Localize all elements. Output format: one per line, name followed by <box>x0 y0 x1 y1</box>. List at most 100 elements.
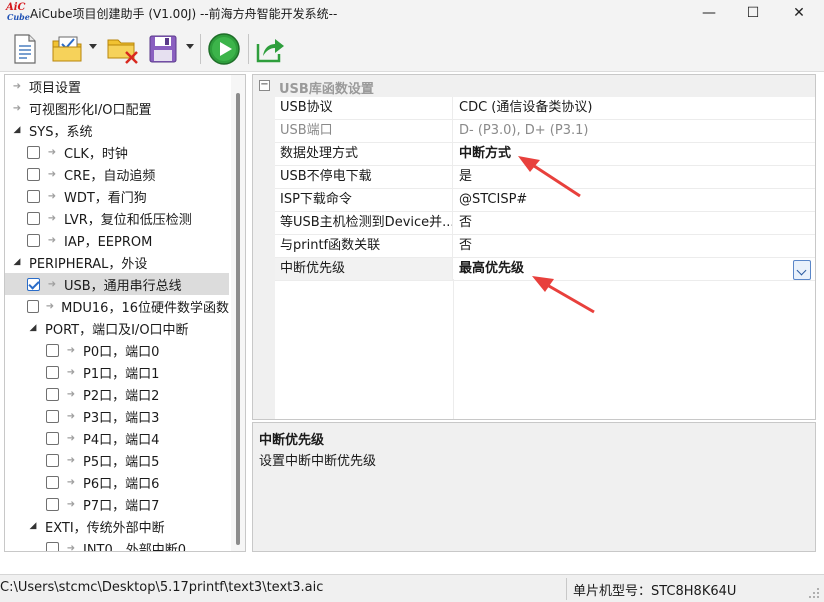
tree-checkbox[interactable] <box>46 497 59 511</box>
property-gutter <box>253 75 275 419</box>
tree-arrow-icon: ➜ <box>66 410 76 422</box>
run-button[interactable] <box>206 32 242 66</box>
property-value[interactable]: 最高优先级 <box>454 258 814 280</box>
property-category[interactable]: − USB库函数设置 <box>253 75 815 97</box>
app-logo-icon: AiC Cube <box>6 2 30 22</box>
minimize-button[interactable]: — <box>686 0 732 26</box>
tree-item-label: P1口，端口1 <box>83 366 160 382</box>
close-project-button[interactable] <box>106 32 140 66</box>
close-window-button[interactable]: ✕ <box>776 0 822 26</box>
tree-arrow-icon: ➜ <box>12 102 22 114</box>
tree-item[interactable]: ◢ PORT，端口及I/O口中断 <box>5 317 229 339</box>
tree-checkbox[interactable] <box>46 431 59 445</box>
property-value[interactable]: CDC (通信设备类协议) <box>454 97 814 119</box>
maximize-button[interactable]: ☐ <box>730 0 776 26</box>
property-value[interactable]: 是 <box>454 166 814 188</box>
tree-checkbox[interactable] <box>46 453 59 467</box>
property-row[interactable]: 与printf函数关联否 <box>275 235 815 258</box>
collapse-icon[interactable]: − <box>259 80 270 91</box>
tree-item-label: SYS，系统 <box>29 124 93 140</box>
tree-scrollbar[interactable] <box>231 75 245 551</box>
expand-icon[interactable]: ◢ <box>11 125 23 135</box>
tree-checkbox[interactable] <box>27 299 39 313</box>
tree-item[interactable]: ➜ P6口，端口6 <box>5 471 229 493</box>
tree-item[interactable]: ◢ PERIPHERAL，外设 <box>5 251 229 273</box>
tree-checkbox[interactable] <box>27 167 40 181</box>
tree-item[interactable]: ➜ MDU16，16位硬件数学函数 <box>5 295 229 317</box>
tree-arrow-icon: ➜ <box>12 80 22 92</box>
tree-checkbox[interactable] <box>46 365 59 379</box>
close-project-icon <box>107 39 138 64</box>
property-value[interactable]: D- (P3.0), D+ (P3.1) <box>454 120 814 142</box>
property-row[interactable]: 中断优先级 最高优先级 <box>275 258 815 281</box>
tree-item[interactable]: ◢ EXTI，传统外部中断 <box>5 515 229 537</box>
property-value[interactable]: 否 <box>454 212 814 234</box>
close-icon: ✕ <box>793 5 805 21</box>
property-row[interactable]: USB协议 CDC (通信设备类协议) <box>275 97 815 120</box>
property-name: USB端口 <box>275 120 453 142</box>
priority-dropdown-button[interactable] <box>793 260 811 280</box>
tree-item[interactable]: ➜ P3口，端口3 <box>5 405 229 427</box>
tree-arrow-icon: ➜ <box>66 498 76 510</box>
tree-item[interactable]: ➜ P2口，端口2 <box>5 383 229 405</box>
property-name: 等USB主机检测到Device并... <box>275 212 453 234</box>
tree-arrow-icon: ➜ <box>47 146 57 158</box>
tree-item[interactable]: ➜ LVR，复位和低压检测 <box>5 207 229 229</box>
tree-checkbox[interactable] <box>46 343 59 357</box>
expand-icon[interactable]: ◢ <box>27 323 39 333</box>
property-value[interactable]: @STCISP# <box>454 189 814 211</box>
property-row[interactable]: ISP下载命令 @STCISP# <box>275 189 815 212</box>
tree-item[interactable]: ➜ P5口，端口5 <box>5 449 229 471</box>
tree-item[interactable]: ➜ P1口，端口1 <box>5 361 229 383</box>
tree-item-label: CLK，时钟 <box>64 146 128 162</box>
tree-item[interactable]: ➜ 项目设置 <box>5 75 229 97</box>
resize-grip-icon[interactable] <box>808 587 820 599</box>
property-value[interactable]: 中断方式 <box>454 143 814 165</box>
tree-checkbox[interactable] <box>27 211 40 225</box>
new-file-button[interactable] <box>10 32 40 66</box>
tree-checkbox[interactable] <box>46 541 59 551</box>
description-text: 设置中断中断优先级 <box>259 454 377 469</box>
property-row[interactable]: USB端口 D- (P3.0), D+ (P3.1) <box>275 120 815 143</box>
tree-item[interactable]: ➜ INT0，外部中断0 <box>5 537 229 552</box>
property-value[interactable]: 否 <box>454 235 814 257</box>
tree-item[interactable]: ➜ CRE，自动追频 <box>5 163 229 185</box>
tree-checkbox[interactable] <box>46 409 59 423</box>
tree-item[interactable]: ➜ P0口，端口0 <box>5 339 229 361</box>
tree-item[interactable]: ➜ IAP，EEPROM <box>5 229 229 251</box>
save-menu-caret[interactable] <box>186 44 194 49</box>
open-menu-caret[interactable] <box>89 44 97 49</box>
description-title: 中断优先级 <box>259 433 325 448</box>
property-row[interactable]: 数据处理方式 中断方式 <box>275 143 815 166</box>
property-row[interactable]: 等USB主机检测到Device并... 否 <box>275 212 815 235</box>
status-separator <box>566 578 567 600</box>
tree-item-label: INT0，外部中断0 <box>83 542 187 552</box>
tree-item-label: LVR，复位和低压检测 <box>64 212 192 228</box>
title-bar: AiC Cube AiCube项目创建助手 (V1.00J) --前海方舟智能开… <box>0 0 824 26</box>
tree-checkbox[interactable] <box>46 475 59 489</box>
tree-item[interactable]: ➜ CLK，时钟 <box>5 141 229 163</box>
expand-icon[interactable]: ◢ <box>11 257 23 267</box>
tree-item[interactable]: ➜ 可视图形化I/O口配置 <box>5 97 229 119</box>
tree-scrollbar-thumb[interactable] <box>236 93 240 545</box>
tree-item[interactable]: ➜ USB，通用串行总线 <box>5 273 229 295</box>
save-button[interactable] <box>146 32 180 66</box>
open-project-button[interactable] <box>50 32 86 66</box>
tree-checkbox[interactable] <box>46 387 59 401</box>
tree-item[interactable]: ➜ P4口，端口4 <box>5 427 229 449</box>
property-row[interactable]: USB不停电下载是 <box>275 166 815 189</box>
tree-item-label: IAP，EEPROM <box>64 234 153 250</box>
expand-icon[interactable]: ◢ <box>27 521 39 531</box>
tree-checkbox[interactable] <box>27 189 40 203</box>
tree-checkbox[interactable] <box>27 233 40 247</box>
tree-item[interactable]: ➜ P7口，端口7 <box>5 493 229 515</box>
toolbar <box>0 26 824 72</box>
tree-checkbox[interactable] <box>27 277 40 291</box>
property-name: 与printf函数关联 <box>275 235 453 257</box>
export-button[interactable] <box>254 32 288 66</box>
tree-checkbox[interactable] <box>27 145 40 159</box>
property-name: USB协议 <box>275 97 453 119</box>
tree-item[interactable]: ➜ WDT，看门狗 <box>5 185 229 207</box>
tree-item[interactable]: ◢ SYS，系统 <box>5 119 229 141</box>
tree-item-label: PERIPHERAL，外设 <box>29 256 148 272</box>
